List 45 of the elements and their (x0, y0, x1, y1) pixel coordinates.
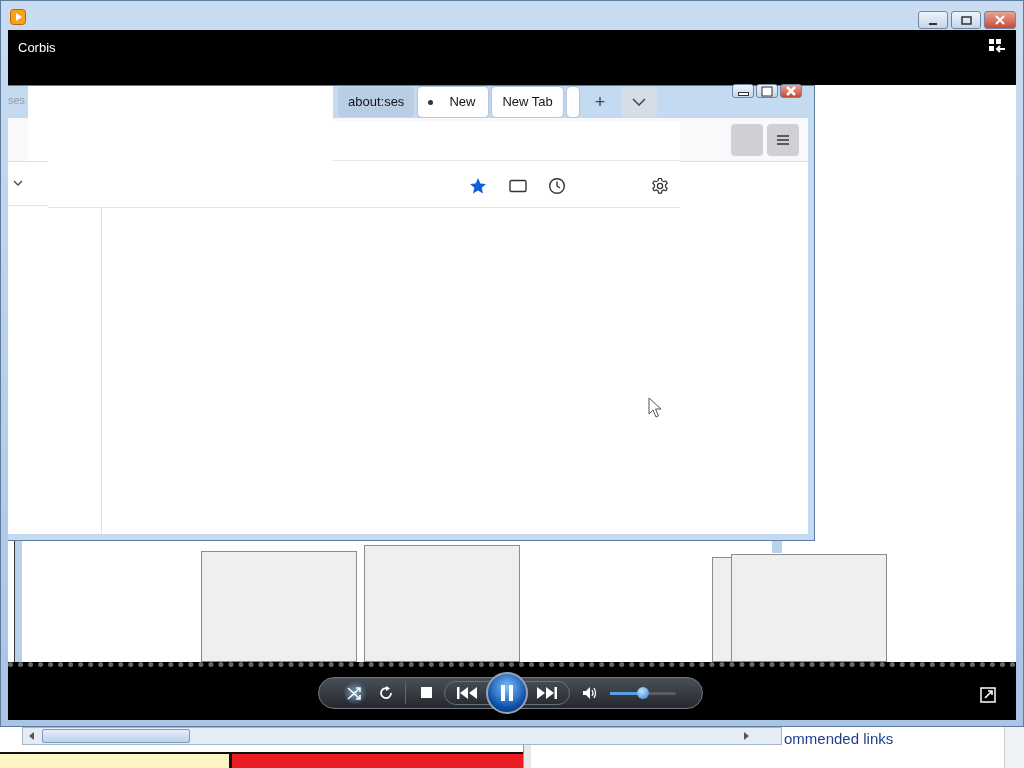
cursor-icon (648, 397, 662, 419)
close-button[interactable] (984, 11, 1016, 29)
slider-thumb[interactable] (637, 686, 649, 699)
shuffle-icon (346, 685, 364, 701)
window-icon[interactable] (509, 179, 527, 193)
switch-view-icon[interactable] (988, 38, 1006, 54)
star-icon[interactable] (469, 177, 487, 195)
stop-icon (421, 687, 433, 699)
clock-icon[interactable] (548, 177, 566, 195)
media-title: Corbis (18, 39, 56, 57)
tab-label: ses (8, 93, 26, 108)
minimize-icon (929, 23, 937, 25)
next-icon (536, 687, 558, 699)
close-button[interactable] (780, 84, 802, 98)
previous-icon (456, 687, 478, 699)
browser-tab[interactable]: New Tab (492, 87, 563, 117)
minimize-button[interactable] (918, 11, 948, 29)
menu-button[interactable] (767, 124, 799, 156)
repeat-icon (378, 685, 394, 701)
speaker-icon (582, 686, 598, 700)
maximize-button[interactable] (756, 84, 778, 98)
app-icon (10, 9, 26, 25)
side-panel (1004, 727, 1024, 768)
restore-icon (958, 13, 974, 27)
tab-list-button[interactable] (621, 87, 658, 117)
maximize-button[interactable] (951, 11, 981, 29)
fullscreen-icon[interactable] (980, 687, 996, 703)
shuffle-button[interactable] (343, 681, 367, 705)
scrollbar-thumb[interactable] (42, 729, 190, 743)
chevron-icon[interactable] (13, 180, 23, 188)
menu-icon (776, 134, 790, 146)
section-heading: ommended links (784, 729, 894, 749)
minimize-button[interactable] (732, 84, 754, 98)
splitter (523, 745, 531, 768)
close-icon (783, 85, 799, 97)
pause-button[interactable] (486, 672, 528, 714)
browser-tab[interactable]: New (418, 87, 489, 117)
dot-icon (428, 100, 434, 106)
minimize-icon (737, 92, 749, 96)
close-icon (992, 13, 1008, 27)
maximize-icon (759, 85, 775, 97)
settings-icon[interactable] (651, 177, 669, 195)
pause-icon (499, 684, 515, 702)
browser-tab[interactable]: about:ses (338, 87, 415, 117)
chevron-icon (632, 98, 647, 106)
